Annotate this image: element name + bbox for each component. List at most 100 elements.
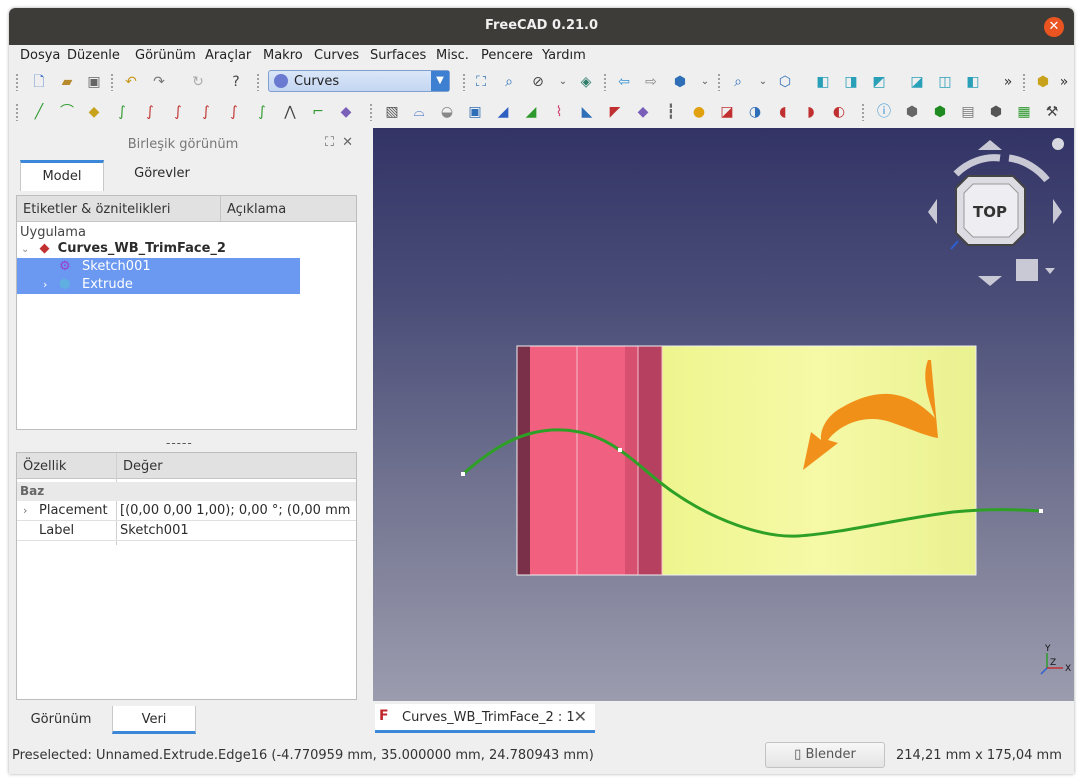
comb-icon[interactable]: ∫ [169,103,187,121]
redo-icon[interactable]: ↷ [150,73,168,91]
bounding-box-icon[interactable]: ◈ [577,73,595,91]
top-view-icon[interactable]: ◨ [842,73,860,91]
gordon-surface-icon[interactable]: ◢ [494,103,512,121]
tree-column-description[interactable]: Açıklama [227,202,286,217]
chevron-down-icon[interactable]: ⌄ [554,73,572,91]
property-column-name[interactable]: Özellik [23,459,66,474]
toolbar-grip[interactable] [717,73,721,91]
discretize-icon[interactable]: ◆ [337,103,355,121]
new-document-icon[interactable]: 🗋 [30,73,48,91]
toolbar-overflow-icon[interactable]: » [999,73,1017,91]
property-value[interactable]: Sketch001 [120,521,352,541]
panel-splitter[interactable]: ----- [166,436,193,450]
toolbar-grip[interactable] [369,103,373,121]
menu-curves[interactable]: Curves [314,48,359,63]
measure-icon[interactable]: ⚒ [1043,103,1061,121]
document-tab[interactable]: F Curves_WB_TrimFace_2 : 1 ✕ [375,704,595,733]
toolbar-grip[interactable] [256,73,260,91]
hatch-icon[interactable]: ▧ [383,103,401,121]
undo-icon[interactable]: ↶ [122,73,140,91]
menu-dosya[interactable]: Dosya [20,48,60,63]
save-icon[interactable]: ▣ [85,73,103,91]
forward-arrow-icon[interactable]: ⇨ [642,73,660,91]
tree-item-extrude[interactable]: › ⬢ Extrude [17,276,300,294]
draw-style-icon[interactable]: ⊘ [529,73,547,91]
property-row-placement[interactable]: › Placement [(0,00 0,00 1,00); 0,00 °; (… [17,501,356,521]
isometric-view-icon[interactable]: ⬡ [776,73,794,91]
property-column-value[interactable]: Değer [123,459,163,474]
extruded-face[interactable] [516,345,977,576]
loft-icon[interactable]: ◑ [746,103,764,121]
menu-surfaces[interactable]: Surfaces [370,48,426,63]
right-view-icon[interactable]: ◩ [870,73,888,91]
front-view-icon[interactable]: ◧ [814,73,832,91]
split-icon[interactable]: ┇ [662,103,680,121]
interpolate-icon[interactable]: ∫ [113,103,131,121]
part-icon[interactable]: ⬢ [1034,73,1052,91]
flatten-icon[interactable]: ◤ [606,103,624,121]
whats-this-icon[interactable]: ? [227,73,245,91]
open-folder-icon[interactable]: ▰ [58,73,76,91]
menu-yardim[interactable]: Yardım [542,48,586,63]
toolbar-grip[interactable] [603,73,607,91]
tree-item-sketch001[interactable]: ⚙ Sketch001 [17,258,300,276]
surface-icon[interactable]: ⌓ [410,103,428,121]
property-row-label[interactable]: Label Sketch001 [17,521,356,541]
curvature-icon[interactable]: ∫ [197,103,215,121]
close-tab-icon[interactable]: ✕ [574,707,587,726]
toolbar-grip[interactable] [1022,73,1026,91]
chevron-right-icon[interactable]: › [43,276,47,294]
fillet-icon[interactable]: ⌐ [309,103,327,121]
bend-icon[interactable]: ◣ [578,103,596,121]
toolbar-grip[interactable] [15,103,19,121]
parametric-curve-icon[interactable]: ∫ [225,103,243,121]
extend-icon[interactable]: ◖ [774,103,792,121]
tab-gorevler[interactable]: Görevler [120,160,204,191]
tab-model[interactable]: Model [20,160,104,191]
chevron-down-icon[interactable]: ⌄ [754,73,772,91]
box-icon[interactable]: ▣ [466,103,484,121]
tab-veri[interactable]: Veri [112,706,196,734]
cube-grey-icon[interactable]: ⬢ [903,103,921,121]
menu-duzenle[interactable]: Düzenle [67,48,120,63]
scene-canvas[interactable]: TOP Y X Z [373,128,1074,701]
arc-icon[interactable]: ⌒ [58,103,76,121]
toolbar-grip[interactable] [861,103,865,121]
zoom-icon[interactable]: ⌕ [729,73,747,91]
boolean-icon[interactable]: ◪ [718,103,736,121]
sphere-icon[interactable]: ● [690,103,708,121]
cube-green-icon[interactable]: ⬢ [931,103,949,121]
rear-view-icon[interactable]: ◪ [908,73,926,91]
sketch-on-surface-icon[interactable]: ◐ [830,103,848,121]
chevron-down-icon[interactable]: ⌄ [21,244,29,255]
menu-makro[interactable]: Makro [263,48,303,63]
toolbar-grip[interactable] [462,73,466,91]
float-panel-icon[interactable]: ⛶ [325,135,334,150]
fit-selection-icon[interactable]: ⌕ [500,73,518,91]
refresh-icon[interactable]: ↻ [189,73,207,91]
script-icon[interactable]: ▤ [959,103,977,121]
toolbar-grip[interactable] [110,73,114,91]
approximate-icon[interactable]: ∫ [141,103,159,121]
toolbar-overflow-icon[interactable]: » [1055,73,1073,91]
toolbar-grip[interactable] [15,73,19,91]
menu-pencere[interactable]: Pencere [481,48,533,63]
menu-gorunum[interactable]: Görünüm [135,48,196,63]
navigation-style-button[interactable]: ▯ Blender [765,742,885,768]
menu-misc[interactable]: Misc. [436,48,469,63]
navigation-cube[interactable]: TOP [928,138,1064,286]
close-panel-icon[interactable]: ✕ [342,135,353,150]
sweep-icon[interactable]: ◒ [438,103,456,121]
chevron-right-icon[interactable]: › [23,501,27,521]
workbench-selector[interactable]: Curves ▼ [268,70,450,92]
info-icon[interactable]: ⓘ [875,103,893,121]
tree-document-row[interactable]: ⌄ ◆ Curves_WB_TrimFace_2 [21,240,321,258]
fit-all-icon[interactable]: ⛶ [472,73,490,91]
tab-gorunum[interactable]: Görünüm [11,706,111,734]
ruled-surface-icon[interactable]: ◢ [522,103,540,121]
back-arrow-icon[interactable]: ⇦ [615,73,633,91]
3d-viewport[interactable]: TOP Y X Z [373,128,1074,701]
chevron-down-icon[interactable]: ⌄ [696,73,714,91]
join-curves-icon[interactable]: ⋀ [281,103,299,121]
pipe-icon[interactable]: ⌇ [550,103,568,121]
